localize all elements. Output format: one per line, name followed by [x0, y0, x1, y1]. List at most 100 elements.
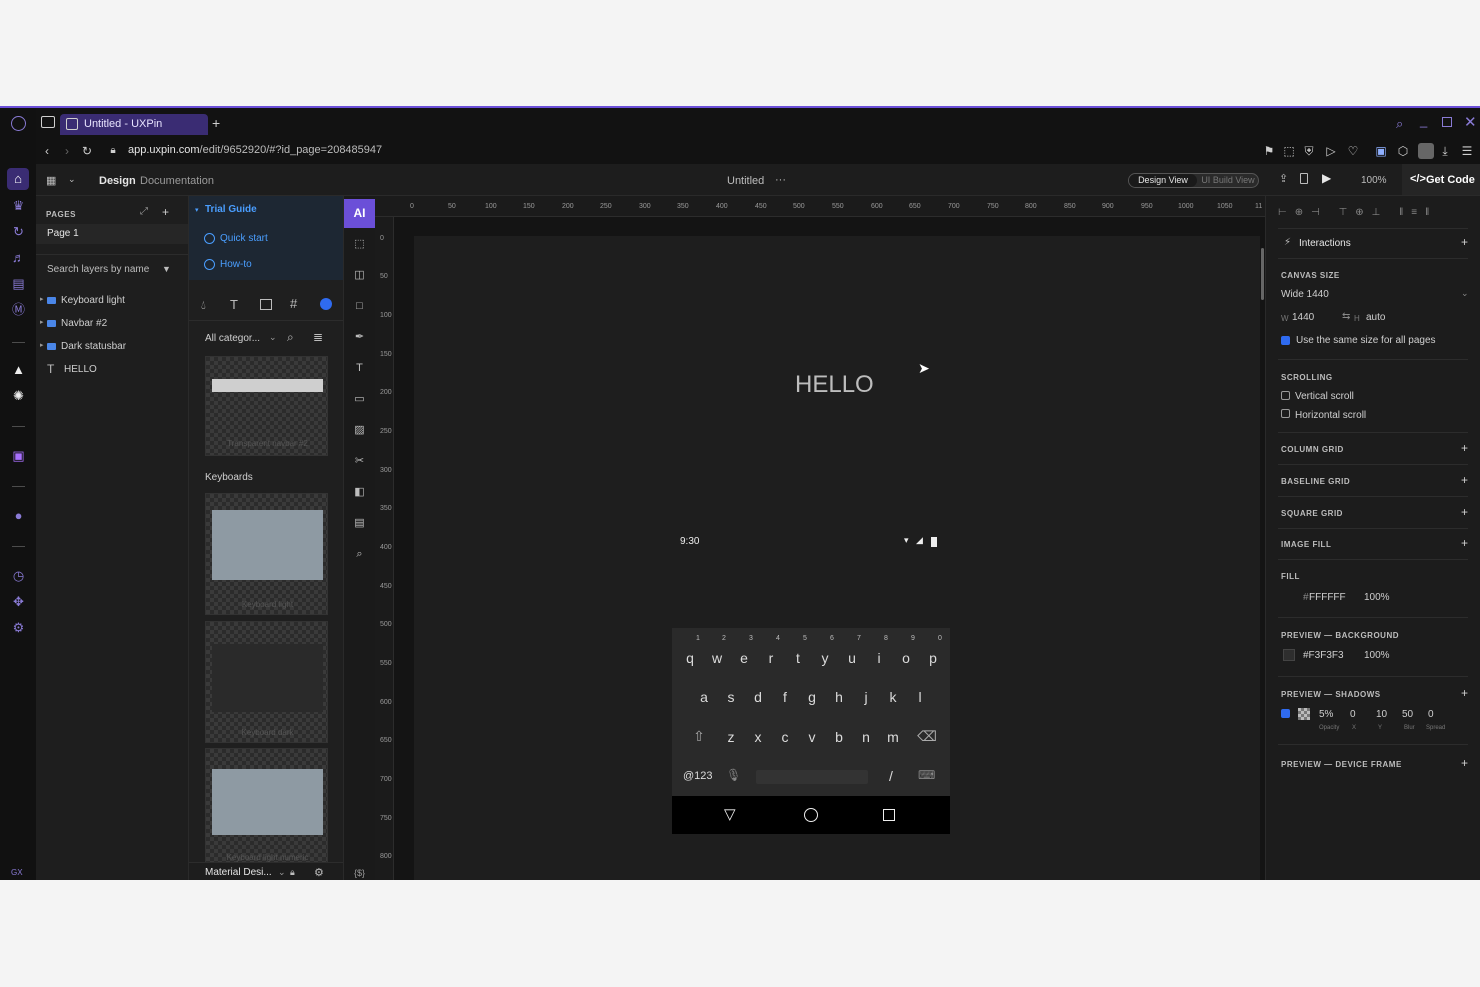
fill-color-input[interactable]: FFFFFF: [1309, 592, 1346, 604]
preview-play-icon[interactable]: ▶: [1322, 171, 1331, 185]
key[interactable]: r: [761, 650, 781, 666]
text-tool-icon[interactable]: T: [352, 361, 367, 376]
key[interactable]: c: [775, 729, 795, 745]
add-page-button[interactable]: +: [162, 205, 169, 219]
key[interactable]: b: [829, 729, 849, 745]
shadow-opacity-input[interactable]: 5%: [1319, 709, 1333, 721]
key[interactable]: x: [748, 729, 768, 745]
search-layers-input[interactable]: Search layers by name: [47, 264, 151, 276]
twitch-icon[interactable]: ▣: [11, 448, 26, 463]
components-icon[interactable]: [320, 298, 332, 310]
url-field[interactable]: app.uxpin.com/edit/9652920/#?id_page=208…: [128, 144, 382, 156]
search-tabs-icon[interactable]: ⌕: [1396, 116, 1403, 132]
key[interactable]: l: [910, 689, 930, 705]
interactions-title[interactable]: Interactions: [1299, 238, 1351, 250]
opera-gx-logo-icon[interactable]: [11, 116, 26, 131]
settings-icon[interactable]: ⚙: [11, 620, 26, 635]
forward-icon[interactable]: ›: [60, 144, 74, 158]
messenger-icon[interactable]: ●: [11, 508, 26, 523]
shadow-swatch[interactable]: [1298, 708, 1310, 720]
variables-button[interactable]: {$}: [344, 868, 375, 878]
caret-right-icon[interactable]: ▸: [40, 295, 44, 303]
tab-documentation[interactable]: Documentation: [140, 174, 214, 188]
symbols-key[interactable]: @123: [683, 770, 713, 782]
zoom-level[interactable]: 100%: [1361, 174, 1387, 188]
shield-icon[interactable]: ⛨: [1302, 144, 1316, 158]
snapshot-icon[interactable]: ⬚: [1282, 144, 1296, 158]
extensions-icon[interactable]: ⬡: [1396, 144, 1410, 158]
keyboard-dark[interactable]: 1 2 3 4 5 6 7 8 9 0 q w e r t y u i o p: [672, 628, 950, 796]
back-icon[interactable]: ‹: [40, 144, 54, 158]
shadow-x-input[interactable]: 0: [1350, 709, 1356, 721]
layer-item[interactable]: ▸ Keyboard light: [36, 292, 188, 310]
rectangle-tool-icon[interactable]: □: [352, 299, 367, 314]
chatgpt-icon[interactable]: ✺: [11, 388, 26, 403]
caret-right-icon[interactable]: ▸: [40, 318, 44, 326]
key[interactable]: h: [829, 689, 849, 705]
vertical-scroll-checkbox[interactable]: [1281, 391, 1290, 400]
key[interactable]: i: [869, 650, 889, 666]
key[interactable]: e: [734, 650, 754, 666]
hello-text[interactable]: HELLO: [795, 371, 874, 399]
add-shadow-button[interactable]: +: [1461, 687, 1468, 699]
vpn-icon[interactable]: ▣: [1374, 144, 1388, 158]
shadow-y-input[interactable]: 10: [1376, 709, 1387, 721]
filter-icon[interactable]: ▼: [162, 264, 171, 274]
select-tool-icon[interactable]: ⬚: [352, 237, 367, 252]
key[interactable]: z: [721, 729, 741, 745]
add-device-frame-button[interactable]: +: [1461, 757, 1468, 769]
key[interactable]: d: [748, 689, 768, 705]
ui-build-view-button[interactable]: UI Build View: [1197, 174, 1259, 187]
play-icon[interactable]: ▷: [1324, 144, 1338, 158]
lock-icon[interactable]: 🔒︎: [290, 867, 295, 878]
dark-statusbar[interactable]: 9:30 ▾ ◢: [672, 532, 950, 552]
home-circle-icon[interactable]: [804, 808, 818, 822]
keyboard-switch-icon[interactable]: ⌨: [918, 768, 935, 782]
backspace-key-icon[interactable]: ⌫: [917, 728, 937, 744]
fill-swatch[interactable]: [1281, 591, 1293, 603]
artboard-tool-icon[interactable]: ◫: [352, 268, 367, 283]
slash-key[interactable]: /: [889, 768, 893, 784]
more-button[interactable]: ···: [775, 173, 786, 187]
key[interactable]: a: [694, 689, 714, 705]
design-view-button[interactable]: Design View: [1129, 174, 1197, 187]
bg-color-input[interactable]: #F3F3F3: [1303, 650, 1344, 662]
add-image-fill-button[interactable]: +: [1461, 537, 1468, 549]
artboard[interactable]: HELLO ➤ 9:30 ▾ ◢ 1 2 3 4 5 6 7 8 9 0 q w: [414, 236, 1260, 880]
key[interactable]: u: [842, 650, 862, 666]
bg-swatch[interactable]: [1283, 649, 1295, 661]
width-input[interactable]: 1440: [1292, 312, 1314, 324]
same-size-checkbox[interactable]: [1281, 336, 1290, 345]
image-tool-icon[interactable]: ▨: [352, 423, 367, 438]
get-code-button[interactable]: </> Get Code: [1402, 164, 1480, 195]
add-column-grid-button[interactable]: +: [1461, 442, 1468, 454]
profile-avatar[interactable]: [1418, 143, 1434, 159]
tab-gallery-icon[interactable]: [41, 116, 55, 128]
box-tool-icon[interactable]: ▭: [352, 392, 367, 407]
key[interactable]: w: [707, 650, 727, 666]
news-icon[interactable]: ▤: [11, 276, 26, 291]
key[interactable]: k: [883, 689, 903, 705]
keyboard-dark-thumbnail[interactable]: Keyboard dark: [205, 621, 328, 743]
add-interaction-button[interactable]: +: [1461, 236, 1468, 248]
key[interactable]: t: [788, 650, 808, 666]
key[interactable]: m: [883, 729, 903, 745]
typography-icon[interactable]: T: [230, 297, 238, 312]
height-input[interactable]: auto: [1366, 312, 1385, 324]
caret-right-icon[interactable]: ▸: [40, 341, 44, 349]
chevron-down-icon[interactable]: ⌄: [278, 867, 286, 878]
device-icon[interactable]: [1300, 173, 1308, 184]
how-to-link[interactable]: How-to: [220, 259, 252, 270]
shift-key-icon[interactable]: ⇧: [689, 728, 709, 744]
recents-square-icon[interactable]: [883, 809, 895, 821]
key[interactable]: j: [856, 689, 876, 705]
new-tab-button[interactable]: +: [212, 115, 220, 131]
tab-design[interactable]: Design: [99, 174, 136, 188]
history-icon[interactable]: ◷: [11, 568, 26, 583]
chevron-down-icon[interactable]: ⌄: [1461, 288, 1469, 299]
layer-item[interactable]: ▸ Navbar #2: [36, 315, 188, 333]
colors-icon[interactable]: 💧︎: [201, 298, 206, 313]
view-toggle[interactable]: Design View UI Build View: [1128, 173, 1259, 188]
horizontal-scroll-checkbox[interactable]: [1281, 409, 1290, 418]
key[interactable]: y: [815, 650, 835, 666]
